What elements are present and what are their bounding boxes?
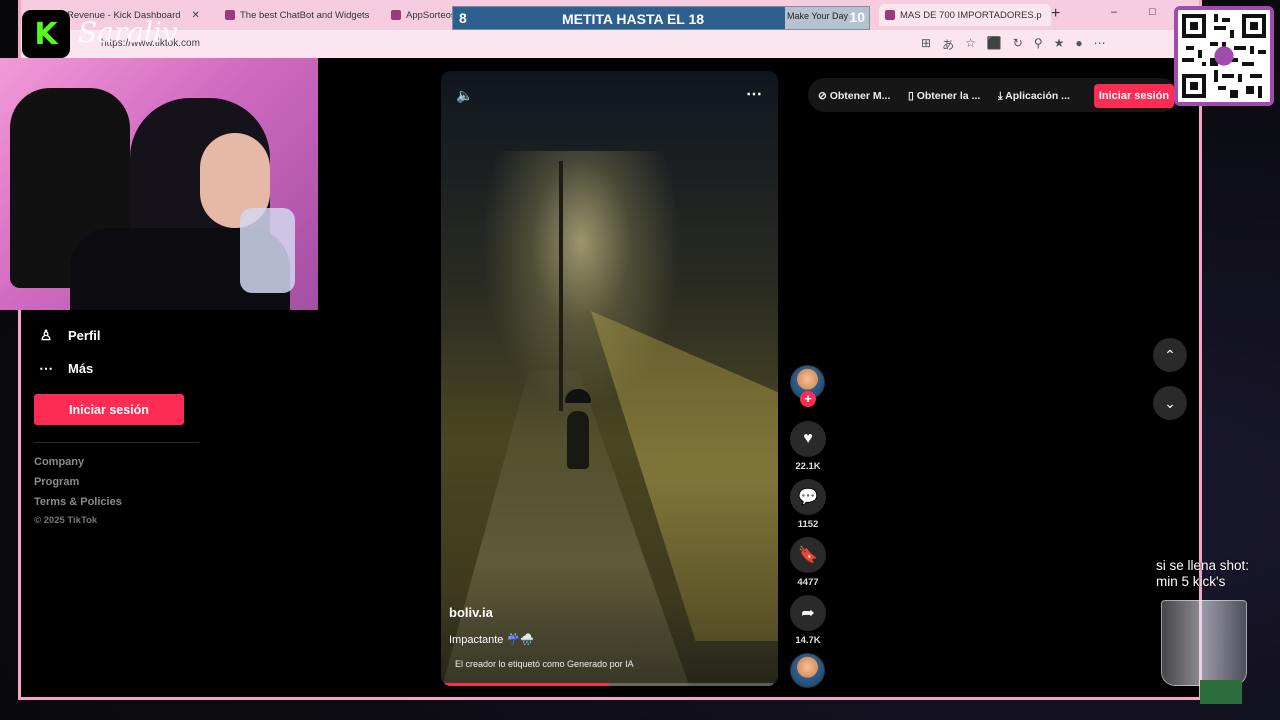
share-button[interactable]: ➦: [790, 595, 826, 631]
sidebar-item-label: Perfil: [68, 328, 101, 343]
footer-link-program[interactable]: Program: [34, 476, 79, 488]
chevron-up-icon: ⌃: [1164, 346, 1176, 363]
tab-importadores[interactable]: MAS DE 700 IMPORTADORES.p ✕: [879, 4, 1051, 26]
toolbar-icons: ⊞ あ ☆ ⬛ ↻ ⚲ ★ ● ⋯: [921, 36, 1106, 53]
goal-title: METITA HASTA EL 18: [561, 11, 705, 27]
sidebar-divider: [34, 442, 199, 443]
address-bar[interactable]: https://www.tiktok.com ⊞ あ ☆ ⬛ ↻ ⚲ ★ ● ⋯: [21, 30, 1199, 58]
comment-button[interactable]: 💬: [790, 479, 826, 515]
video-progress-bar[interactable]: [445, 683, 773, 686]
tab-make-your-day: Make Your Day: [787, 11, 849, 21]
follow-button[interactable]: +: [800, 391, 816, 407]
favorites-bar-icon[interactable]: ★: [1054, 36, 1065, 53]
footer-link-terms[interactable]: Terms & Policies: [34, 496, 122, 508]
coin-icon: ⊘: [818, 90, 830, 102]
tab-appsorteos[interactable]: AppSorteos: [385, 4, 457, 26]
tab-label: MAS DE 700 IMPORTADORES.p: [900, 9, 1042, 21]
shot-glass-text: si se llena shot: min 5 kick's: [1156, 558, 1249, 590]
new-tab-button[interactable]: +: [1051, 5, 1060, 23]
video-author[interactable]: boliv.ia: [449, 605, 493, 620]
header-item-label: Aplicación ...: [1005, 90, 1070, 102]
refresh-icon[interactable]: ↻: [1013, 36, 1023, 53]
tab-label: The best ChatBot and Widgets: [240, 9, 370, 21]
phone-icon: ▯: [908, 90, 917, 102]
header-item-label: Obtener la ...: [916, 90, 981, 102]
like-button[interactable]: ♥: [790, 421, 826, 457]
tab-chatbot[interactable]: The best ChatBot and Widgets ✕: [219, 4, 379, 26]
heart-icon: ♥: [803, 430, 813, 447]
extension-icon[interactable]: ⬛: [987, 36, 1002, 53]
header-item-label: Obtener M...: [829, 90, 891, 102]
glass-fill-indicator: [1200, 680, 1242, 704]
more-options-icon[interactable]: ⋯: [746, 84, 763, 104]
minimize-button[interactable]: –: [1111, 6, 1117, 18]
video-caption: Impactante ☔🌧️: [449, 634, 534, 646]
streamer-name: Saraliv: [78, 16, 178, 49]
shot-glass-line2: min 5 kick's: [1156, 574, 1226, 589]
webcam-feed: [0, 58, 318, 310]
chevron-down-icon: ⌄: [1164, 394, 1176, 411]
next-video-button[interactable]: ⌄: [1153, 386, 1187, 420]
footer-link-company[interactable]: Company: [34, 456, 84, 468]
shot-glass-line1: si se llena shot:: [1156, 558, 1250, 573]
comment-icon: 💬: [798, 489, 818, 506]
ai-generated-label: El creador lo etiquetó como Generado por…: [455, 659, 634, 669]
translate-icon[interactable]: あ: [942, 36, 954, 53]
share-icon: ➦: [801, 605, 815, 622]
bookmark-icon: 🔖: [798, 547, 818, 564]
person-icon: ♙: [39, 327, 53, 343]
video-player[interactable]: 🔈 ⋯ boliv.ia Impactante ☔🌧️ El creador l…: [441, 71, 778, 686]
favicon-icon: [391, 10, 401, 20]
goal-target: 10: [849, 9, 865, 25]
shot-glass: [1161, 600, 1247, 686]
copyright: © 2025 TikTok: [34, 515, 98, 526]
get-coins-link[interactable]: ⊘ Obtener M...: [818, 90, 890, 102]
favicon-icon: [885, 10, 895, 20]
comment-count: 1152: [797, 519, 819, 530]
desktop-app-link[interactable]: ⤓ Aplicación ...: [998, 90, 1070, 103]
share-count: 14.7K: [795, 635, 821, 646]
save-count: 4477: [797, 577, 819, 588]
get-app-link[interactable]: ▯ Obtener la ...: [908, 90, 980, 102]
video-progress-fill: [445, 683, 609, 686]
previous-video-button[interactable]: ⌃: [1153, 338, 1187, 372]
kick-logo: K: [22, 10, 70, 58]
menu-icon[interactable]: ⋯: [1094, 36, 1106, 53]
header-login-button[interactable]: Iniciar sesión: [1094, 84, 1174, 108]
qr-code-image: [1178, 10, 1270, 102]
music-avatar[interactable]: [790, 653, 825, 688]
goal-bar: 8 METITA HASTA EL 18 Make Your Day 10: [452, 6, 870, 30]
kick-logo-letter: K: [34, 16, 58, 52]
stream-screen: Revenue - Kick Dashboard ✕ The best Chat…: [0, 0, 1280, 720]
reader-icon[interactable]: ⊞: [921, 36, 931, 53]
more-icon: ⋯: [39, 360, 53, 376]
drink-cup: [240, 208, 295, 293]
qr-code: [1174, 6, 1274, 106]
maximize-button[interactable]: □: [1149, 6, 1156, 18]
collections-icon[interactable]: ⚲: [1034, 36, 1043, 53]
sidebar-item-label: Más: [68, 361, 94, 376]
like-count: 22.1K: [795, 461, 821, 472]
video-streetlight-glow: [481, 151, 681, 411]
video-figure: [567, 411, 589, 469]
close-icon[interactable]: ✕: [192, 10, 200, 21]
favicon-icon: [225, 10, 235, 20]
video-pole: [559, 161, 563, 411]
favorite-icon[interactable]: ☆: [965, 36, 976, 53]
sidebar-item-profile[interactable]: ♙ Perfil: [38, 327, 101, 344]
profile-icon[interactable]: ●: [1075, 36, 1082, 53]
sidebar-login-button[interactable]: Iniciar sesión: [34, 394, 184, 425]
volume-icon[interactable]: 🔈: [456, 87, 473, 104]
sidebar-item-more[interactable]: ⋯ Más: [38, 360, 93, 377]
save-button[interactable]: 🔖: [790, 537, 826, 573]
goal-current: 8: [459, 10, 467, 26]
tab-label: AppSorteos: [406, 9, 456, 21]
